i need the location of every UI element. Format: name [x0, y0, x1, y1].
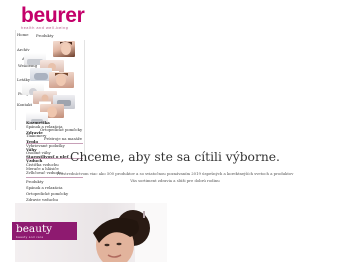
brand-name: beurer — [21, 4, 85, 27]
face-photo-icon — [60, 41, 72, 55]
beauty-banner[interactable]: beauty beauty and care — [12, 222, 77, 240]
menu-divider — [84, 40, 85, 160]
product-thumbnail[interactable] — [53, 41, 75, 57]
beauty-banner-title: beauty — [16, 223, 53, 235]
main-headline: Chceme, aby ste sa cítili výborne. — [70, 150, 280, 164]
menu-item[interactable]: Prístroje na masáže — [44, 137, 82, 141]
beauty-banner-subtitle: beauty and care — [16, 234, 44, 239]
menu-divider-line — [26, 143, 83, 144]
sidebar-item-archive[interactable]: Archív — [17, 48, 30, 52]
face-photo-icon — [55, 73, 68, 86]
menu-item[interactable]: Ortopedické pomôcky — [40, 128, 82, 132]
sidebar-divider — [15, 30, 16, 130]
intro-text-line: Prostredníctvom viac ako 500 produktov a… — [56, 171, 294, 176]
sidebar-item-leaflets[interactable]: Letáky — [17, 78, 30, 82]
brand-logo[interactable]: beurer health and well-being — [21, 5, 85, 30]
menu-item[interactable]: Zdravie vzduchu — [26, 198, 58, 202]
nav-home[interactable]: Home — [17, 33, 28, 37]
product-thumbnail[interactable] — [49, 72, 74, 88]
menu-item[interactable]: Spánok a relaxácia — [26, 186, 63, 190]
sidebar-item-contact[interactable]: Kontakt — [17, 103, 32, 107]
nav-products[interactable]: Produkty — [36, 34, 54, 38]
menu-item[interactable]: Ortopedické pomôcky — [26, 192, 68, 196]
intro-text-line: Vás sortiment zdravia a slúži pre dobrú … — [130, 178, 220, 183]
